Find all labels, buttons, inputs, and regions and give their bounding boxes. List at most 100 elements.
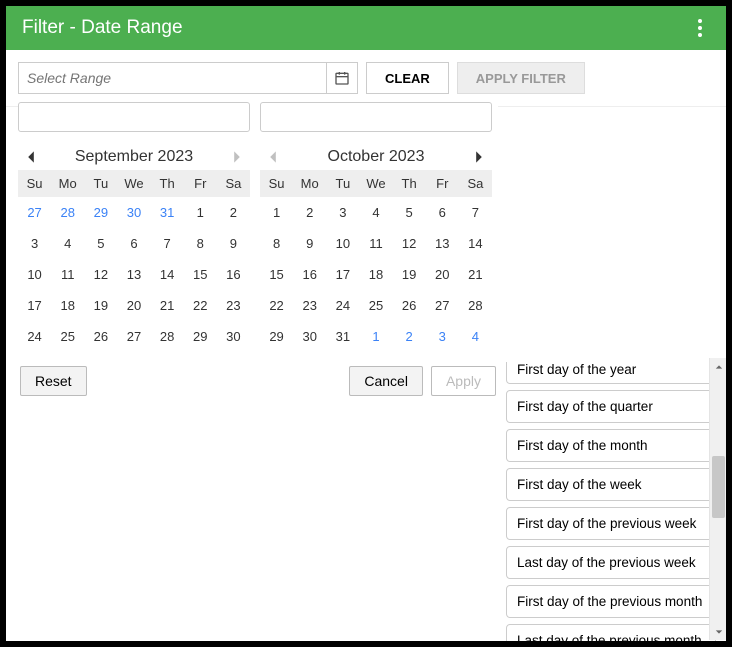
day-cell[interactable]: 28 [151,321,184,352]
day-cell[interactable]: 2 [217,197,250,228]
start-date-input[interactable] [18,102,250,132]
weekday-header: Th [393,170,426,197]
day-cell[interactable]: 31 [326,321,359,352]
day-cell[interactable]: 23 [293,290,326,321]
day-cell[interactable]: 27 [18,197,51,228]
calendar-left-title: September 2023 [75,148,193,166]
day-cell[interactable]: 4 [51,228,84,259]
day-cell[interactable]: 26 [84,321,117,352]
day-cell[interactable]: 1 [184,197,217,228]
day-cell[interactable]: 17 [326,259,359,290]
day-cell[interactable]: 14 [459,228,492,259]
day-cell[interactable]: 6 [426,197,459,228]
preset-item[interactable]: Last day of the previous week [506,546,716,579]
select-range-input[interactable] [18,62,326,94]
day-cell[interactable]: 5 [393,197,426,228]
prev-month-icon[interactable] [24,150,38,164]
scroll-up-icon[interactable] [710,358,726,375]
day-cell[interactable]: 3 [18,228,51,259]
scroll-down-icon[interactable] [710,623,726,640]
day-cell[interactable]: 24 [326,290,359,321]
day-cell[interactable]: 1 [260,197,293,228]
day-cell[interactable]: 30 [293,321,326,352]
clear-button[interactable]: CLEAR [366,62,449,94]
day-cell[interactable]: 15 [260,259,293,290]
next-month-icon [230,150,244,164]
day-cell[interactable]: 28 [51,197,84,228]
day-cell[interactable]: 11 [51,259,84,290]
day-cell[interactable]: 28 [459,290,492,321]
prev-month-icon [266,150,280,164]
day-cell[interactable]: 19 [393,259,426,290]
day-cell[interactable]: 31 [151,197,184,228]
day-cell[interactable]: 5 [84,228,117,259]
day-cell[interactable]: 19 [84,290,117,321]
apply-filter-button[interactable]: APPLY FILTER [457,62,585,94]
day-cell[interactable]: 10 [326,228,359,259]
day-cell[interactable]: 13 [426,228,459,259]
menu-icon[interactable] [690,11,710,45]
day-cell[interactable]: 8 [184,228,217,259]
day-cell[interactable]: 12 [393,228,426,259]
preset-item[interactable]: First day of the previous week [506,507,716,540]
cancel-button[interactable]: Cancel [349,366,423,396]
day-cell[interactable]: 9 [217,228,250,259]
day-cell[interactable]: 30 [217,321,250,352]
preset-item[interactable]: First day of the week [506,468,716,501]
day-cell[interactable]: 18 [51,290,84,321]
day-cell[interactable]: 7 [151,228,184,259]
day-cell[interactable]: 14 [151,259,184,290]
day-cell[interactable]: 7 [459,197,492,228]
day-cell[interactable]: 4 [459,321,492,352]
day-cell[interactable]: 15 [184,259,217,290]
preset-item[interactable]: First day of the quarter [506,390,716,423]
toolbar: CLEAR APPLY FILTER [6,50,726,107]
reset-button[interactable]: Reset [20,366,87,396]
day-cell[interactable]: 11 [359,228,392,259]
day-cell[interactable]: 6 [117,228,150,259]
day-cell[interactable]: 20 [426,259,459,290]
day-cell[interactable]: 27 [117,321,150,352]
day-cell[interactable]: 20 [117,290,150,321]
day-cell[interactable]: 23 [217,290,250,321]
day-cell[interactable]: 16 [217,259,250,290]
day-cell[interactable]: 25 [359,290,392,321]
day-cell[interactable]: 16 [293,259,326,290]
preset-item[interactable]: First day of the month [506,429,716,462]
scroll-thumb[interactable] [712,456,725,518]
day-cell[interactable]: 10 [18,259,51,290]
day-cell[interactable]: 30 [117,197,150,228]
day-cell[interactable]: 18 [359,259,392,290]
day-cell[interactable]: 26 [393,290,426,321]
day-cell[interactable]: 22 [184,290,217,321]
next-month-icon[interactable] [472,150,486,164]
day-cell[interactable]: 9 [293,228,326,259]
day-cell[interactable]: 24 [18,321,51,352]
day-cell[interactable]: 4 [359,197,392,228]
day-cell[interactable]: 29 [184,321,217,352]
day-cell[interactable]: 2 [393,321,426,352]
day-cell[interactable]: 29 [84,197,117,228]
day-cell[interactable]: 8 [260,228,293,259]
end-date-input[interactable] [260,102,492,132]
day-cell[interactable]: 2 [293,197,326,228]
day-cell[interactable]: 27 [426,290,459,321]
day-cell[interactable]: 12 [84,259,117,290]
day-cell[interactable]: 3 [326,197,359,228]
weekday-header: Sa [217,170,250,197]
calendar-icon-button[interactable] [326,62,358,94]
day-cell[interactable]: 13 [117,259,150,290]
day-cell[interactable]: 3 [426,321,459,352]
day-cell[interactable]: 17 [18,290,51,321]
day-cell[interactable]: 22 [260,290,293,321]
preset-item[interactable]: Last day of the previous month [506,624,716,641]
preset-item[interactable]: First day of the previous month [506,585,716,618]
day-cell[interactable]: 21 [459,259,492,290]
day-cell[interactable]: 25 [51,321,84,352]
weekday-header: Mo [51,170,84,197]
day-cell[interactable]: 21 [151,290,184,321]
scrollbar[interactable] [709,358,726,640]
day-cell[interactable]: 1 [359,321,392,352]
day-cell[interactable]: 29 [260,321,293,352]
preset-item[interactable]: First day of the year [506,362,716,384]
